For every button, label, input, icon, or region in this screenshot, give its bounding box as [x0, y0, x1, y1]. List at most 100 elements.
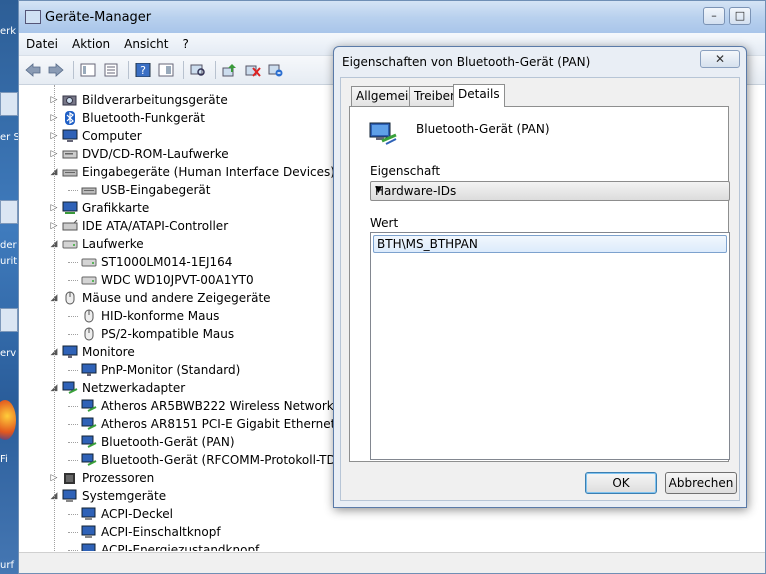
properties-icon[interactable] — [101, 60, 121, 80]
property-label: Eigenschaft — [370, 164, 441, 178]
desktop-label: erk — [0, 26, 17, 37]
tree-item[interactable]: ACPI-Energiezustandknopf — [68, 541, 259, 551]
properties-dialog: Eigenschaften von Bluetooth-Gerät (PAN) … — [333, 46, 747, 508]
tree-item-label: Prozessoren — [82, 471, 155, 485]
tree-item[interactable]: ▷ IDE ATA/ATAPI-Controller — [49, 217, 229, 235]
disable-device-icon[interactable] — [243, 60, 263, 80]
update-driver-icon[interactable] — [220, 60, 240, 80]
tree-item[interactable]: HID-konforme Maus — [68, 307, 219, 325]
tree-item-label: PnP-Monitor (Standard) — [101, 363, 241, 377]
tree-item[interactable]: ◢ Netzwerkadapter — [49, 379, 186, 397]
help-icon[interactable]: ? — [133, 60, 153, 80]
tree-item-label: Bluetooth-Gerät (RFCOMM-Protokoll-TDI) — [101, 453, 344, 467]
value-list[interactable]: BTH\MS_BTHPAN — [370, 232, 730, 460]
tree-item-label: PS/2-kompatible Maus — [101, 327, 235, 341]
tree-item[interactable]: ◢ Systemgeräte — [49, 487, 167, 505]
tree-view-icon[interactable] — [78, 60, 98, 80]
tree-item[interactable]: ▷ Bluetooth-Funkgerät — [49, 109, 205, 127]
tree-item[interactable]: Atheros AR8151 PCI-E Gigabit Ethernet Co… — [68, 415, 349, 433]
value-label: Wert — [370, 216, 399, 230]
tree-connector — [68, 514, 78, 515]
tree-item[interactable]: Atheros AR5BWB222 Wireless Network Adap — [68, 397, 349, 415]
scan-hardware-icon[interactable] — [188, 60, 208, 80]
title-bar[interactable]: Geräte-Manager – □ — [19, 1, 765, 33]
svg-text:?: ? — [140, 64, 146, 77]
firefox-icon[interactable] — [0, 400, 16, 440]
tree-item-label: DVD/CD-ROM-Laufwerke — [82, 147, 229, 161]
tree-connector — [68, 262, 78, 263]
desktop-label: erv — [0, 348, 17, 359]
tree-item[interactable]: Bluetooth-Gerät (RFCOMM-Protokoll-TDI) — [68, 451, 344, 469]
desktop-icon[interactable] — [0, 200, 18, 224]
tree-item[interactable]: ▷ Bildverarbeitungsgeräte — [49, 91, 228, 109]
camera-icon — [62, 93, 78, 107]
tree-item[interactable]: ◢ Eingabegeräte (Human Interface Devices) — [49, 163, 335, 181]
tree-item[interactable]: ◢ Mäuse und andere Zeigegeräte — [49, 289, 271, 307]
desktop-icon[interactable] — [0, 308, 18, 332]
tree-connector — [68, 370, 78, 371]
hid-icon — [62, 165, 78, 179]
tree-item[interactable]: ◢ Monitore — [49, 343, 135, 361]
tree-connector — [68, 316, 78, 317]
properties2-icon[interactable] — [156, 60, 176, 80]
tree-item[interactable]: PS/2-kompatible Maus — [68, 325, 234, 343]
network-adapter-icon — [81, 417, 97, 431]
system-device-icon — [81, 507, 97, 521]
tree-connector — [68, 550, 78, 551]
cancel-button[interactable]: Abbrechen — [665, 472, 737, 494]
network-adapter-icon — [81, 399, 97, 413]
computer-icon — [62, 129, 78, 143]
system-device-icon — [62, 489, 78, 503]
menu-help[interactable]: ? — [175, 37, 195, 51]
tree-item[interactable]: ST1000LM014-1EJ164 — [68, 253, 232, 271]
tree-item-label: Monitore — [82, 345, 135, 359]
tree-item[interactable]: ▷ Prozessoren — [49, 469, 155, 487]
list-item[interactable]: BTH\MS_BTHPAN — [373, 235, 727, 253]
property-select[interactable]: Hardware-IDs ▼ — [370, 181, 730, 201]
menu-ansicht[interactable]: Ansicht — [117, 37, 175, 51]
ok-button[interactable]: OK — [585, 472, 657, 494]
minimize-button[interactable]: – — [703, 7, 725, 25]
hid-device-icon — [81, 183, 97, 197]
dialog-close-button[interactable]: ✕ — [700, 50, 740, 68]
network-adapter-icon — [81, 435, 97, 449]
tree-item[interactable]: ▷ Grafikkarte — [49, 199, 150, 217]
uninstall-device-icon[interactable] — [266, 60, 286, 80]
desktop-label: urf — [0, 560, 14, 571]
tree-item-label: ST1000LM014-1EJ164 — [101, 255, 233, 269]
processor-icon — [62, 471, 78, 485]
menu-aktion[interactable]: Aktion — [65, 37, 117, 51]
mouse-icon — [81, 309, 97, 323]
tree-item[interactable]: ▷ Computer — [49, 127, 142, 145]
desktop-label: er S — [0, 132, 20, 143]
tree-item-label: Atheros AR8151 PCI-E Gigabit Ethernet Co… — [101, 417, 349, 431]
tree-item-label: HID-konforme Maus — [101, 309, 220, 323]
system-device-icon — [81, 543, 97, 551]
tree-item[interactable]: Bluetooth-Gerät (PAN) — [68, 433, 235, 451]
tree-connector — [68, 406, 78, 407]
tree-connector — [68, 424, 78, 425]
tree-item[interactable]: PnP-Monitor (Standard) — [68, 361, 240, 379]
tree-connector — [68, 190, 78, 191]
back-icon[interactable] — [23, 60, 43, 80]
tree-item[interactable]: ACPI-Deckel — [68, 505, 173, 523]
desktop-icon[interactable] — [0, 92, 18, 116]
maximize-button[interactable]: □ — [729, 7, 751, 25]
network-adapter-icon — [62, 381, 78, 395]
forward-icon[interactable] — [46, 60, 66, 80]
menu-datei[interactable]: Datei — [19, 37, 65, 51]
tree-item-label: Computer — [82, 129, 142, 143]
tree-item[interactable]: ◢ Laufwerke — [49, 235, 144, 253]
disk-icon — [81, 255, 97, 269]
disk-drive-icon — [62, 237, 78, 251]
tab-details[interactable]: Details — [453, 84, 505, 107]
dvd-drive-icon — [62, 147, 78, 161]
tree-item[interactable]: ACPI-Einschaltknopf — [68, 523, 221, 541]
device-tree[interactable]: ▷ Bildverarbeitungsgeräte ▷ Bluetooth-Funkg… — [19, 85, 349, 551]
mouse-icon — [62, 291, 78, 305]
tree-item[interactable]: WDC WD10JPVT-00A1YT0 — [68, 271, 254, 289]
tree-item[interactable]: USB-Eingabegerät — [68, 181, 210, 199]
tree-item-label: USB-Eingabegerät — [101, 183, 211, 197]
value-text: BTH\MS_BTHPAN — [377, 237, 478, 251]
tree-item[interactable]: ▷ DVD/CD-ROM-Laufwerke — [49, 145, 229, 163]
